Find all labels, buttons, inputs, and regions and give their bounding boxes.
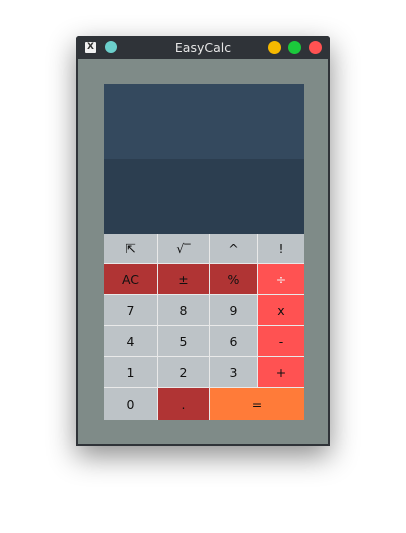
subtract-button[interactable]: -: [258, 326, 304, 357]
seven-button[interactable]: 7: [104, 295, 158, 326]
minimize-button[interactable]: [268, 41, 281, 54]
add-button[interactable]: +: [258, 357, 304, 388]
one-button[interactable]: 1: [104, 357, 158, 388]
negate-button[interactable]: ±: [158, 264, 210, 295]
eight-button[interactable]: 8: [158, 295, 210, 326]
decimal-button[interactable]: .: [158, 388, 210, 420]
two-button[interactable]: 2: [158, 357, 210, 388]
expression-display: [104, 84, 304, 159]
title-bar[interactable]: X EasyCalc: [76, 36, 330, 59]
power-button[interactable]: ^: [210, 234, 258, 264]
three-button[interactable]: 3: [210, 357, 258, 388]
clear-button[interactable]: AC: [104, 264, 158, 295]
divide-button[interactable]: ÷: [258, 264, 304, 295]
equals-button[interactable]: =: [210, 388, 304, 420]
four-button[interactable]: 4: [104, 326, 158, 357]
collapse-button[interactable]: ⇱: [104, 234, 158, 264]
calculator-body: ⇱ √‾ ^ ! AC ± % ÷ 7 8 9 x 4 5 6 - 1 2 3 …: [78, 59, 328, 444]
calculator-window: X EasyCalc ⇱ √‾ ^ ! AC ± % ÷ 7 8 9 x 4 5…: [76, 36, 330, 446]
zero-button[interactable]: 0: [104, 388, 158, 420]
five-button[interactable]: 5: [158, 326, 210, 357]
multiply-button[interactable]: x: [258, 295, 304, 326]
close-button[interactable]: [309, 41, 322, 54]
factorial-button[interactable]: !: [258, 234, 304, 264]
keypad: ⇱ √‾ ^ ! AC ± % ÷ 7 8 9 x 4 5 6 - 1 2 3 …: [104, 234, 304, 420]
percent-button[interactable]: %: [210, 264, 258, 295]
nine-button[interactable]: 9: [210, 295, 258, 326]
maximize-button[interactable]: [288, 41, 301, 54]
sqrt-button[interactable]: √‾: [158, 234, 210, 264]
six-button[interactable]: 6: [210, 326, 258, 357]
result-display: [104, 159, 304, 234]
